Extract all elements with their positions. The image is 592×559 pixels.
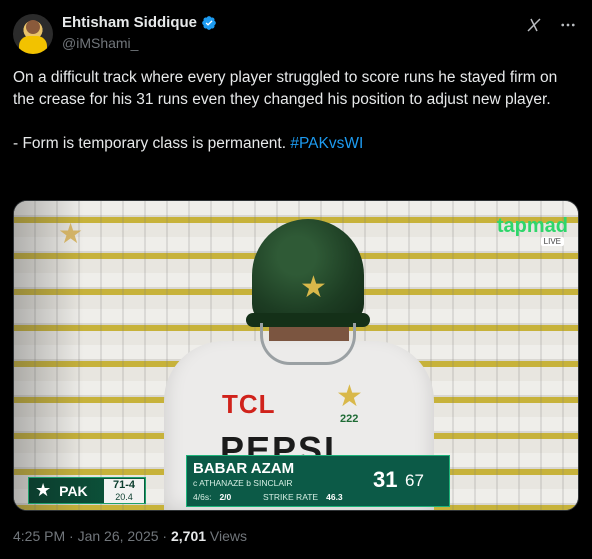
pakistan-star-icon: ★ <box>35 480 52 500</box>
jersey-badge-star-icon: ★ <box>336 380 363 413</box>
jersey-sponsor-tcl: TCL <box>222 389 276 419</box>
team-scorebug: ★ PAK 71-4 20.4 <box>28 477 146 504</box>
pakistan-star-icon: ★ <box>58 218 84 249</box>
jersey-badge-number: 222 <box>340 413 359 425</box>
helmet-grille <box>260 323 356 365</box>
batter-scorecard: BABAR AZAM c ATHANAZE b SINCLAIR 4/6s: 2/… <box>186 455 450 507</box>
avatar[interactable] <box>13 14 53 54</box>
grok-icon[interactable] <box>525 16 543 34</box>
batter-runs: 31 <box>373 467 398 492</box>
batter-name: BABAR AZAM <box>193 460 295 477</box>
batter-strike-rate: STRIKE RATE 46.3 <box>263 492 343 502</box>
hashtag-link[interactable]: #PAKvsWI <box>290 135 363 152</box>
tweet-meta: 4:25 PM · Jan 26, 2025 · 2,701 Views <box>13 528 247 544</box>
tweet-body: On a difficult track where every player … <box>13 69 558 152</box>
broadcaster-logo: tapmad <box>496 215 568 237</box>
tweet-text: On a difficult track where every player … <box>13 67 579 155</box>
helmet-star-icon: ★ <box>300 271 327 304</box>
team-name: PAK <box>59 482 88 499</box>
team-score: 71-4 <box>104 479 144 491</box>
more-options-icon[interactable] <box>559 16 577 34</box>
author-display-name-row[interactable]: Ehtisham Siddique <box>62 14 217 31</box>
verified-badge-icon <box>202 15 216 30</box>
tweet-header: Ehtisham Siddique @iMShami_ <box>13 12 579 56</box>
batter-dismissal: c ATHANAZE b SINCLAIR <box>193 478 293 488</box>
tweet-media-image[interactable]: ★ tapmad LIVE ★ TCL PEPSI ★ 222 ★ PAK 71… <box>13 200 579 511</box>
broadcaster-live-tag: LIVE <box>540 237 564 246</box>
author-handle[interactable]: @iMShami_ <box>62 35 217 51</box>
team-overs: 20.4 <box>104 491 144 503</box>
views-label: Views <box>206 528 248 544</box>
timestamp[interactable]: 4:25 PM · Jan 26, 2025 · <box>13 528 171 544</box>
author-names: Ehtisham Siddique @iMShami_ <box>62 14 217 51</box>
views-count: 2,701 <box>170 528 207 544</box>
author-display-name[interactable]: Ehtisham Siddique <box>62 14 197 31</box>
batter-boundaries: 4/6s: 2/0 <box>193 492 232 502</box>
batter-balls: 67 <box>405 471 424 490</box>
